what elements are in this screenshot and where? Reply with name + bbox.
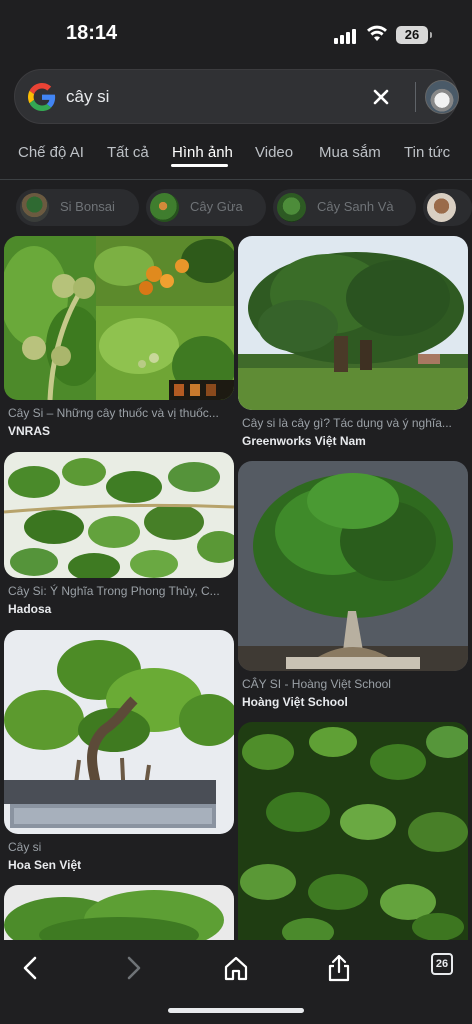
result-thumbnail[interactable] <box>238 722 468 940</box>
account-avatar[interactable] <box>425 80 459 114</box>
chip-cay-gua[interactable]: Cây Gừa <box>146 189 266 226</box>
chip-label: Si Bonsai <box>60 199 115 214</box>
chip-label: Cây Gừa <box>190 199 243 214</box>
image-result-card[interactable]: Cây Si – Những cây thuốc và vị thuốc... … <box>4 236 234 446</box>
chip-label: Cây Sanh Và <box>317 199 394 214</box>
result-title[interactable]: Cây Si – Những cây thuốc và vị thuốc... <box>8 406 232 420</box>
image-result-card[interactable]: Cây si là cây gì? Tác dụng và ý nghĩa...… <box>238 236 468 456</box>
battery-indicator: 26 <box>396 26 432 44</box>
result-thumbnail[interactable] <box>4 885 234 940</box>
chip-thumbnail <box>150 193 179 222</box>
search-tabs: Chế độ AI Tất cả Hình ảnh Video Mua sắm … <box>0 130 472 180</box>
chip-thumbnail <box>20 193 49 222</box>
result-title[interactable]: Cây Si: Ý Nghĩa Trong Phong Thủy, C... <box>8 584 232 598</box>
result-source[interactable]: Hoàng Việt School <box>242 695 348 709</box>
status-time: 18:14 <box>66 22 118 44</box>
tab-shopping[interactable]: Mua sắm <box>319 144 381 161</box>
result-thumbnail[interactable] <box>4 630 234 834</box>
result-title[interactable]: CÂY SI - Hoàng Việt School <box>242 677 466 691</box>
result-thumbnail[interactable] <box>4 236 234 400</box>
chip-thumbnail <box>427 193 456 222</box>
result-source[interactable]: VNRAS <box>8 424 50 438</box>
tab-switcher-button[interactable]: 26 <box>431 953 453 975</box>
result-thumbnail[interactable] <box>4 452 234 578</box>
image-result-card[interactable] <box>4 885 234 940</box>
tab-all[interactable]: Tất cả <box>107 144 149 161</box>
tab-videos[interactable]: Video <box>255 144 293 161</box>
result-title[interactable]: Cây si là cây gì? Tác dụng và ý nghĩa... <box>242 416 466 430</box>
image-result-card[interactable]: CÂY SI - Hoàng Việt School Hoàng Việt Sc… <box>238 461 468 711</box>
search-bar[interactable]: cây si <box>14 69 459 124</box>
wifi-icon <box>367 25 387 41</box>
chip-si-bonsai[interactable]: Si Bonsai <box>16 189 139 226</box>
share-icon[interactable] <box>324 953 354 983</box>
tab-images[interactable]: Hình ảnh <box>172 144 233 161</box>
result-source[interactable]: Hadosa <box>8 602 51 616</box>
search-query-text[interactable]: cây si <box>66 87 109 107</box>
tab-ai-mode[interactable]: Chế độ AI <box>18 144 84 161</box>
active-tab-indicator <box>171 164 228 167</box>
google-image-search-screen: 18:14 26 cây si Chế độ AI Tất cả Hình ản… <box>0 0 472 1024</box>
status-bar: 18:14 26 <box>0 0 472 64</box>
result-source[interactable]: Greenworks Việt Nam <box>242 434 366 448</box>
cellular-signal-icon <box>334 28 358 44</box>
image-result-card[interactable] <box>238 722 468 940</box>
result-thumbnail[interactable] <box>238 236 468 410</box>
chip-cay-sanh-va[interactable]: Cây Sanh Và <box>273 189 416 226</box>
chip-more[interactable] <box>423 189 472 226</box>
search-divider <box>415 82 416 112</box>
result-thumbnail[interactable] <box>238 461 468 671</box>
image-result-card[interactable]: Cây Si: Ý Nghĩa Trong Phong Thủy, C... H… <box>4 452 234 622</box>
google-logo-icon <box>28 83 56 111</box>
result-source[interactable]: Hoa Sen Việt <box>8 858 81 872</box>
home-icon[interactable] <box>221 953 251 983</box>
tab-news[interactable]: Tin tức <box>404 144 450 161</box>
result-title[interactable]: Cây si <box>8 840 232 854</box>
forward-icon[interactable] <box>118 953 148 983</box>
chip-thumbnail <box>277 193 306 222</box>
home-indicator[interactable] <box>168 1008 304 1013</box>
image-result-card[interactable]: Cây si Hoa Sen Việt <box>4 630 234 874</box>
back-icon[interactable] <box>16 953 46 983</box>
clear-search-icon[interactable] <box>369 85 393 109</box>
